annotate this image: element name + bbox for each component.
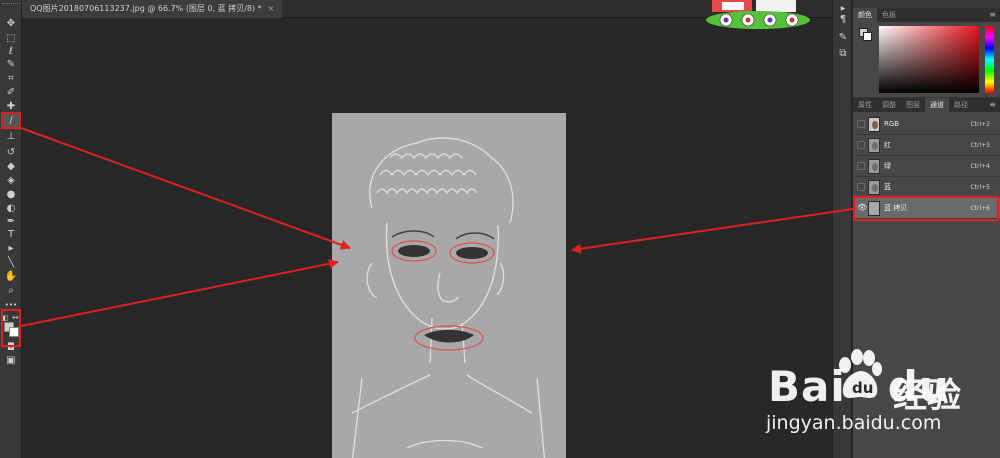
channel-thumbnail (868, 138, 880, 153)
tab-adjustments[interactable]: 调整 (877, 98, 901, 112)
baidu-jingyan-watermark: Bai du du 经验 jingyan.baidu.com (766, 342, 996, 442)
hand-tool-icon[interactable]: ✋ (3, 270, 19, 284)
dodge-tool-icon[interactable]: ◐ (3, 202, 19, 216)
color-swatch-highlight (1, 309, 21, 347)
document-tab[interactable]: QQ图片20180706113237.jpg @ 66.7% (图层 0, 蓝 … (22, 0, 283, 18)
path-select-tool-icon[interactable]: ▸ (3, 242, 19, 256)
channel-thumbnail (868, 117, 880, 132)
history-brush-tool-icon[interactable]: ↺ (3, 146, 19, 160)
zoom-tool-icon[interactable]: ⌕ (3, 284, 19, 298)
document-tab-title: QQ图片20180706113237.jpg @ 66.7% (图层 0, 蓝 … (30, 4, 262, 13)
panel-background-swatch[interactable] (863, 32, 872, 41)
tab-swatches[interactable]: 色板 (877, 8, 901, 22)
document-canvas[interactable] (332, 113, 566, 458)
visibility-toggle[interactable] (857, 162, 865, 170)
channel-row-green[interactable]: 绿 Ctrl+4 (853, 156, 1000, 177)
channel-thumbnail (868, 180, 880, 195)
lasso-tool-icon[interactable]: ℓ (3, 45, 19, 59)
color-panel-tabs: 颜色 色板 ≡ (853, 8, 1000, 22)
canvas-area[interactable] (22, 18, 832, 458)
channel-row-blue[interactable]: 蓝 Ctrl+5 (853, 177, 1000, 198)
quick-select-tool-icon[interactable]: ✎ (3, 58, 19, 72)
channel-row-rgb[interactable]: RGB Ctrl+2 (853, 114, 1000, 135)
svg-text:du: du (852, 379, 873, 397)
watermark-jingyan: 经验 (893, 376, 961, 416)
tab-layers[interactable]: 图层 (901, 98, 925, 112)
watermark-url: jingyan.baidu.com (766, 412, 942, 434)
channel-name: 红 (884, 141, 891, 149)
channels-panel-tabs: 属性 调整 图层 通道 路径 ≡ (853, 98, 1000, 112)
paragraph-icon[interactable]: ¶ (837, 14, 849, 26)
color-picker-field[interactable] (879, 26, 979, 93)
tools-panel: ✥ ⬚ ℓ ✎ ⌗ ✐ ✚ / ⊥ ↺ ◆ ◈ ● ◐ ✒ T ▸ ╲ ✋ ⌕ ••• ◧ ↔ ◘ ▣ (0, 0, 22, 458)
tab-channels[interactable]: 通道 (925, 98, 949, 112)
eyedropper-tool-icon[interactable]: ✐ (3, 86, 19, 100)
clone-source-icon[interactable]: ⧉ (837, 48, 849, 60)
channel-name: RGB (884, 120, 900, 128)
tab-properties[interactable]: 属性 (853, 98, 877, 112)
move-tool-icon[interactable]: ✥ (3, 17, 19, 31)
high-pass-portrait-image (332, 113, 566, 458)
crop-tool-icon[interactable]: ⌗ (3, 72, 19, 86)
paint-bucket-tool-icon[interactable]: ◈ (3, 174, 19, 188)
color-panel-menu-icon[interactable]: ≡ (989, 8, 996, 22)
brush-settings-icon[interactable]: ✎ (837, 32, 849, 44)
eraser-tool-icon[interactable]: ◆ (3, 160, 19, 174)
visibility-toggle[interactable] (857, 141, 865, 149)
clone-stamp-tool-icon[interactable]: ⊥ (3, 130, 19, 144)
blue-copy-channel-highlight (853, 196, 999, 221)
screen-mode-icon[interactable]: ▣ (3, 354, 19, 368)
decorative-sticker (704, 0, 812, 30)
panel-grip[interactable] (2, 3, 20, 9)
channel-shortcut: Ctrl+3 (970, 142, 990, 149)
channel-shortcut: Ctrl+5 (970, 184, 990, 191)
channel-thumbnail (868, 159, 880, 174)
tab-paths[interactable]: 路径 (949, 98, 973, 112)
visibility-toggle[interactable] (857, 183, 865, 191)
visibility-toggle[interactable] (857, 120, 865, 128)
blur-tool-icon[interactable]: ● (3, 188, 19, 202)
channel-shortcut: Ctrl+4 (970, 163, 990, 170)
channels-panel-menu-icon[interactable]: ≡ (989, 98, 996, 112)
channel-shortcut: Ctrl+2 (970, 121, 990, 128)
close-tab-icon[interactable]: × (268, 4, 275, 13)
color-panel (853, 22, 1000, 97)
type-tool-icon[interactable]: T (3, 228, 19, 242)
tab-color[interactable]: 颜色 (853, 8, 877, 22)
hue-slider[interactable] (985, 26, 994, 93)
channel-name: 蓝 (884, 183, 891, 191)
pen-tool-icon[interactable]: ✒ (3, 215, 19, 229)
brush-tool-highlight (1, 112, 21, 129)
marquee-tool-icon[interactable]: ⬚ (3, 32, 19, 46)
channel-row-red[interactable]: 红 Ctrl+3 (853, 135, 1000, 156)
line-tool-icon[interactable]: ╲ (3, 256, 19, 270)
baidu-paw-logo: du (839, 349, 882, 398)
channel-name: 绿 (884, 162, 891, 170)
